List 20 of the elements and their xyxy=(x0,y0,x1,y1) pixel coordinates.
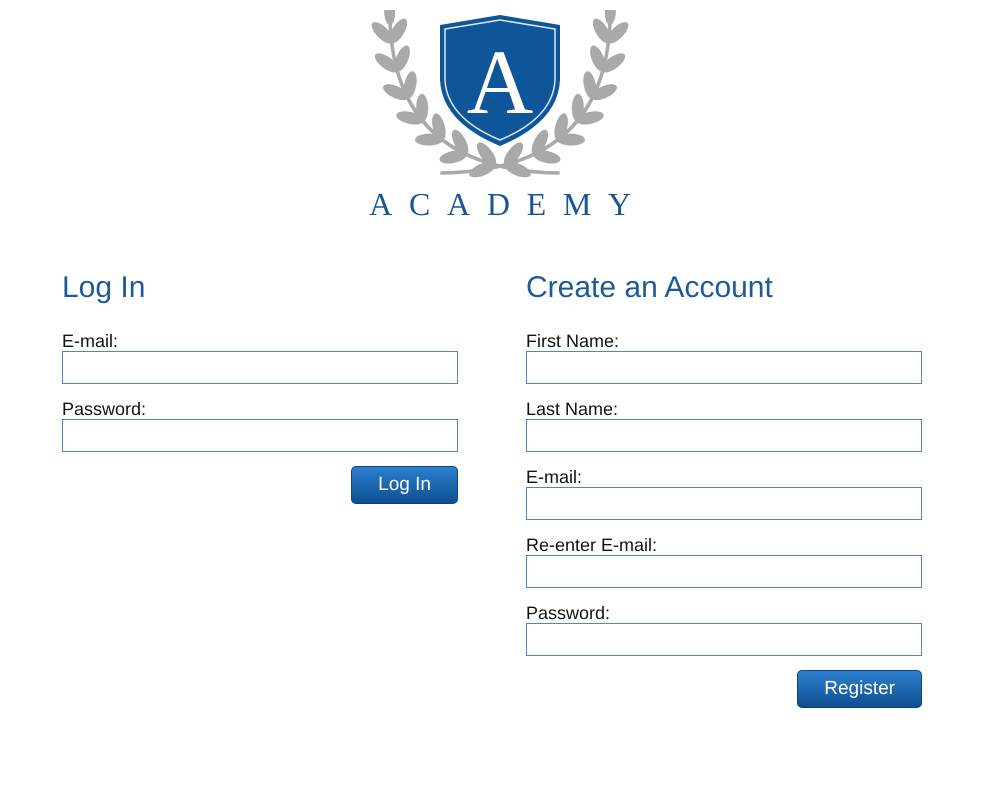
section-heading: Create an Account xyxy=(526,270,773,306)
input-field[interactable] xyxy=(62,419,458,452)
field-label: Last Name: xyxy=(526,399,618,419)
field-label: First Name: xyxy=(526,331,620,351)
field-label: Password: xyxy=(526,603,610,623)
logo-monogram: A xyxy=(466,31,534,133)
input-field[interactable] xyxy=(526,487,922,520)
section-heading: Log In xyxy=(62,270,146,306)
field-label: E-mail: xyxy=(526,467,582,487)
field-label: Re-enter E-mail: xyxy=(526,535,658,555)
field-label: E-mail: xyxy=(62,331,118,351)
logo-wordmark: ACADEMY xyxy=(368,186,648,222)
input-field[interactable] xyxy=(526,555,922,588)
login-button[interactable]: Log In xyxy=(351,466,458,504)
field-label: Password: xyxy=(62,399,146,419)
input-field[interactable] xyxy=(526,623,922,656)
input-field[interactable] xyxy=(62,351,458,384)
input-field[interactable] xyxy=(526,419,922,452)
register-button[interactable]: Register xyxy=(797,670,922,708)
input-field[interactable] xyxy=(526,351,922,384)
